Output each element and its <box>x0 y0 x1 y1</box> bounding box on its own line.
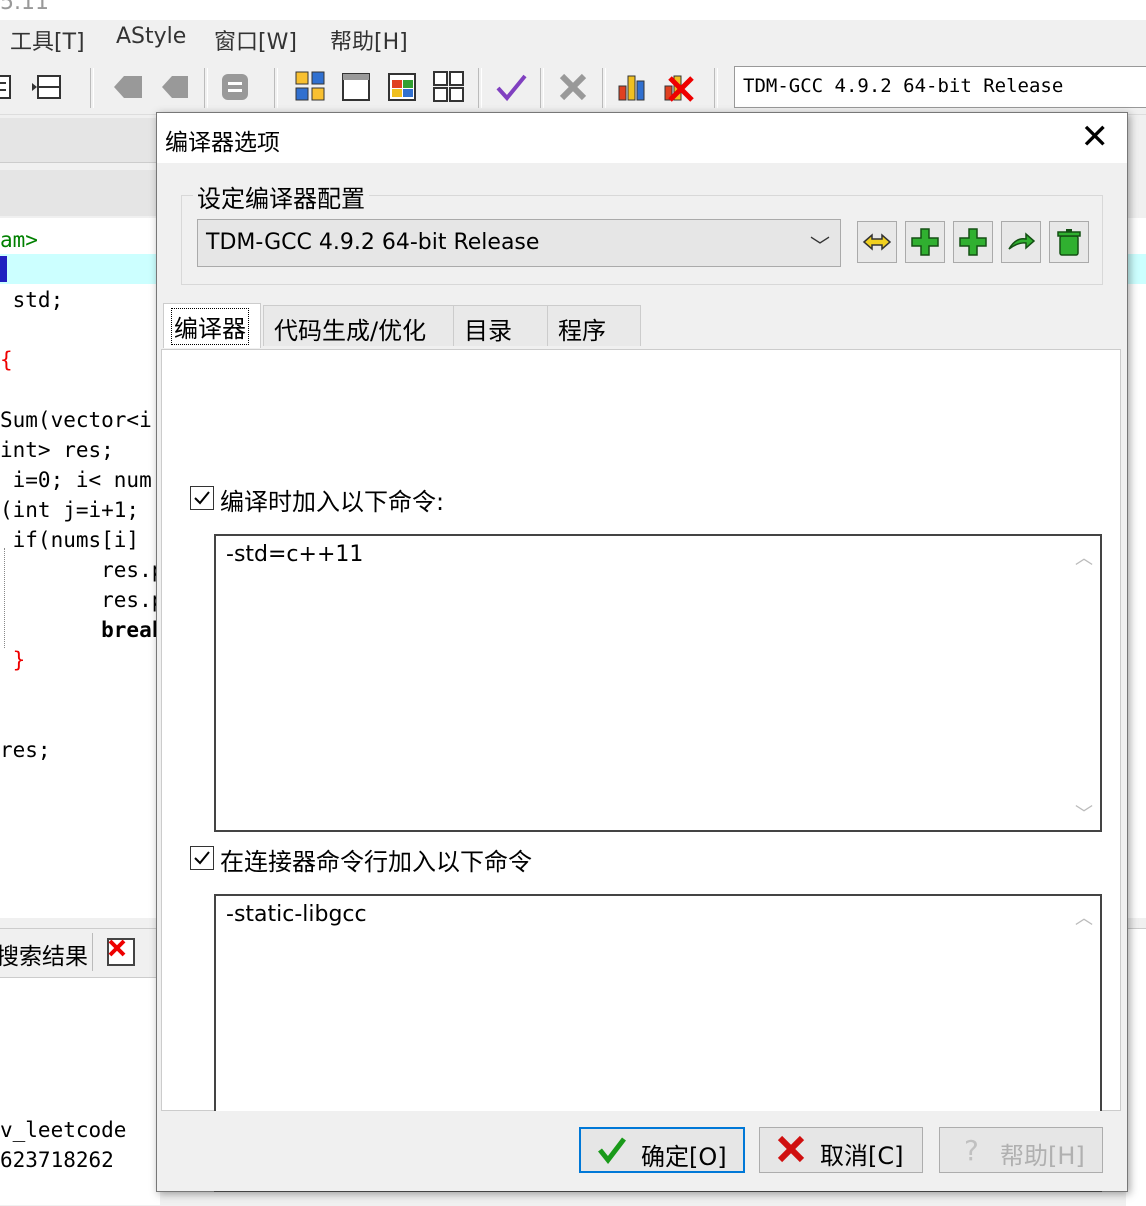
code-line: if(nums[i] <box>0 528 140 552</box>
editor-tabstrip <box>0 118 160 163</box>
menu-tools[interactable]: 工具[T] <box>10 24 85 56</box>
grid-icon[interactable] <box>294 70 328 104</box>
help-button[interactable]: ? 帮助[H] <box>939 1127 1103 1173</box>
compile-commands-textarea[interactable]: -std=c++11 ︿ ﹀ <box>214 534 1102 832</box>
indent-icon[interactable] <box>30 70 64 104</box>
compiler-options-dialog: 编译器选项 ✕ 设定编译器配置 TDM-GCC 4.9.2 64-bit Rel… <box>156 112 1128 1192</box>
compiler-select[interactable]: TDM-GCC 4.9.2 64-bit Release <box>734 66 1146 108</box>
close-results-icon[interactable] <box>106 937 136 967</box>
output-line: 623718262 <box>0 1148 127 1172</box>
svg-text:?: ? <box>964 1134 979 1164</box>
dialog-titlebar: 编译器选项 ✕ <box>157 113 1127 163</box>
indent-guide <box>4 548 5 648</box>
delete-icon[interactable] <box>556 70 590 104</box>
redo-profile-button[interactable] <box>1001 221 1041 263</box>
palette-icon[interactable] <box>386 70 420 104</box>
code-line: break; <box>0 618 160 642</box>
checkmark-icon <box>194 851 210 865</box>
output-line: v_leetcode <box>0 1118 127 1142</box>
code-editor[interactable]: am> std; { Sum(vector<i int> res; i=0; i… <box>0 218 160 918</box>
menu-window[interactable]: 窗口[W] <box>214 24 297 56</box>
chart-delete-icon[interactable] <box>662 70 696 104</box>
editor-tabstrip-secondary <box>0 170 160 216</box>
code-line: res.pus <box>101 588 160 612</box>
ok-button[interactable]: 确定[O] <box>579 1127 745 1173</box>
code-line: i=0; i< num <box>0 468 152 492</box>
trash-icon <box>1057 229 1081 256</box>
profile-group-label: 设定编译器配置 <box>193 179 369 214</box>
code-line: std; <box>0 288 64 312</box>
delete-profile-button[interactable] <box>1049 221 1089 263</box>
code-line: am> <box>0 228 38 252</box>
cancel-button[interactable]: 取消[C] <box>759 1127 923 1173</box>
window-title-fragment: 5.11 <box>0 0 1146 20</box>
gutter-marker <box>0 256 7 282</box>
rename-icon <box>862 233 892 251</box>
list-icon[interactable] <box>0 70 22 104</box>
code-line: Sum(vector<i <box>0 408 152 432</box>
vertical-scrollbar[interactable]: ︿ ﹀ <box>1068 536 1100 830</box>
current-line-highlight <box>0 254 160 284</box>
tab-compiler[interactable]: 编译器 <box>163 303 261 348</box>
arrow-right-icon <box>1008 232 1036 250</box>
check-syntax-icon[interactable] <box>494 70 528 104</box>
close-icon <box>777 1135 805 1163</box>
tab-search-results[interactable]: 搜索结果 <box>0 937 88 971</box>
chevron-up-icon[interactable]: ︿ <box>1074 544 1094 569</box>
rename-profile-button[interactable] <box>857 221 897 263</box>
compiler-profile-select[interactable]: TDM-GCC 4.9.2 64-bit Release ﹀ <box>197 219 841 267</box>
chevron-down-icon: ﹀ <box>810 234 830 258</box>
tab-panel-compiler: 编译时加入以下命令: -std=c++11 ︿ ﹀ 在连接器命令行加入以下命令 … <box>161 349 1121 1192</box>
help-icon: ? <box>964 1134 979 1164</box>
checkmark-icon <box>598 1137 626 1165</box>
menubar: 工具[T] AStyle 窗口[W] 帮助[H] <box>0 20 1146 62</box>
tiles-icon[interactable] <box>432 70 466 104</box>
chart-icon[interactable] <box>616 70 650 104</box>
code-line: { <box>0 348 13 372</box>
bookmark-prev-icon[interactable] <box>110 70 144 104</box>
bottom-tabstrip: 搜索结果 <box>0 928 160 978</box>
tab-codegen[interactable]: 代码生成/优化 <box>263 305 455 346</box>
toggle-bookmark-icon[interactable] <box>218 70 252 104</box>
code-line: res; <box>0 738 51 762</box>
menu-help[interactable]: 帮助[H] <box>330 24 408 56</box>
add-profile-button[interactable] <box>905 221 945 263</box>
dialog-footer: 确定[O] 取消[C] ? 帮助[H] <box>157 1111 1127 1191</box>
bookmark-next-icon[interactable] <box>158 70 192 104</box>
chevron-up-icon[interactable]: ︿ <box>1074 904 1094 929</box>
code-line: res.pus <box>101 558 160 582</box>
output-panel-right-edge <box>1126 928 1146 1206</box>
code-editor-right-edge <box>1126 218 1146 918</box>
tab-directories[interactable]: 目录 <box>453 305 549 346</box>
chevron-down-icon[interactable]: ﹀ <box>1074 800 1094 825</box>
checkmark-icon <box>194 491 210 505</box>
tab-programs[interactable]: 程序 <box>547 305 641 346</box>
code-line: } <box>0 648 26 672</box>
code-line: (int j=i+1; <box>0 498 140 522</box>
menu-astyle[interactable]: AStyle <box>116 24 186 49</box>
plus-icon <box>959 228 987 256</box>
plus-icon <box>911 228 939 256</box>
window-icon[interactable] <box>340 70 374 104</box>
code-line: int> res; <box>0 438 114 462</box>
add-profile-from-folder-button[interactable] <box>953 221 993 263</box>
output-panel: v_leetcode 623718262 <box>0 978 160 1205</box>
close-icon[interactable]: ✕ <box>1081 119 1110 155</box>
dialog-title: 编译器选项 <box>165 130 280 156</box>
